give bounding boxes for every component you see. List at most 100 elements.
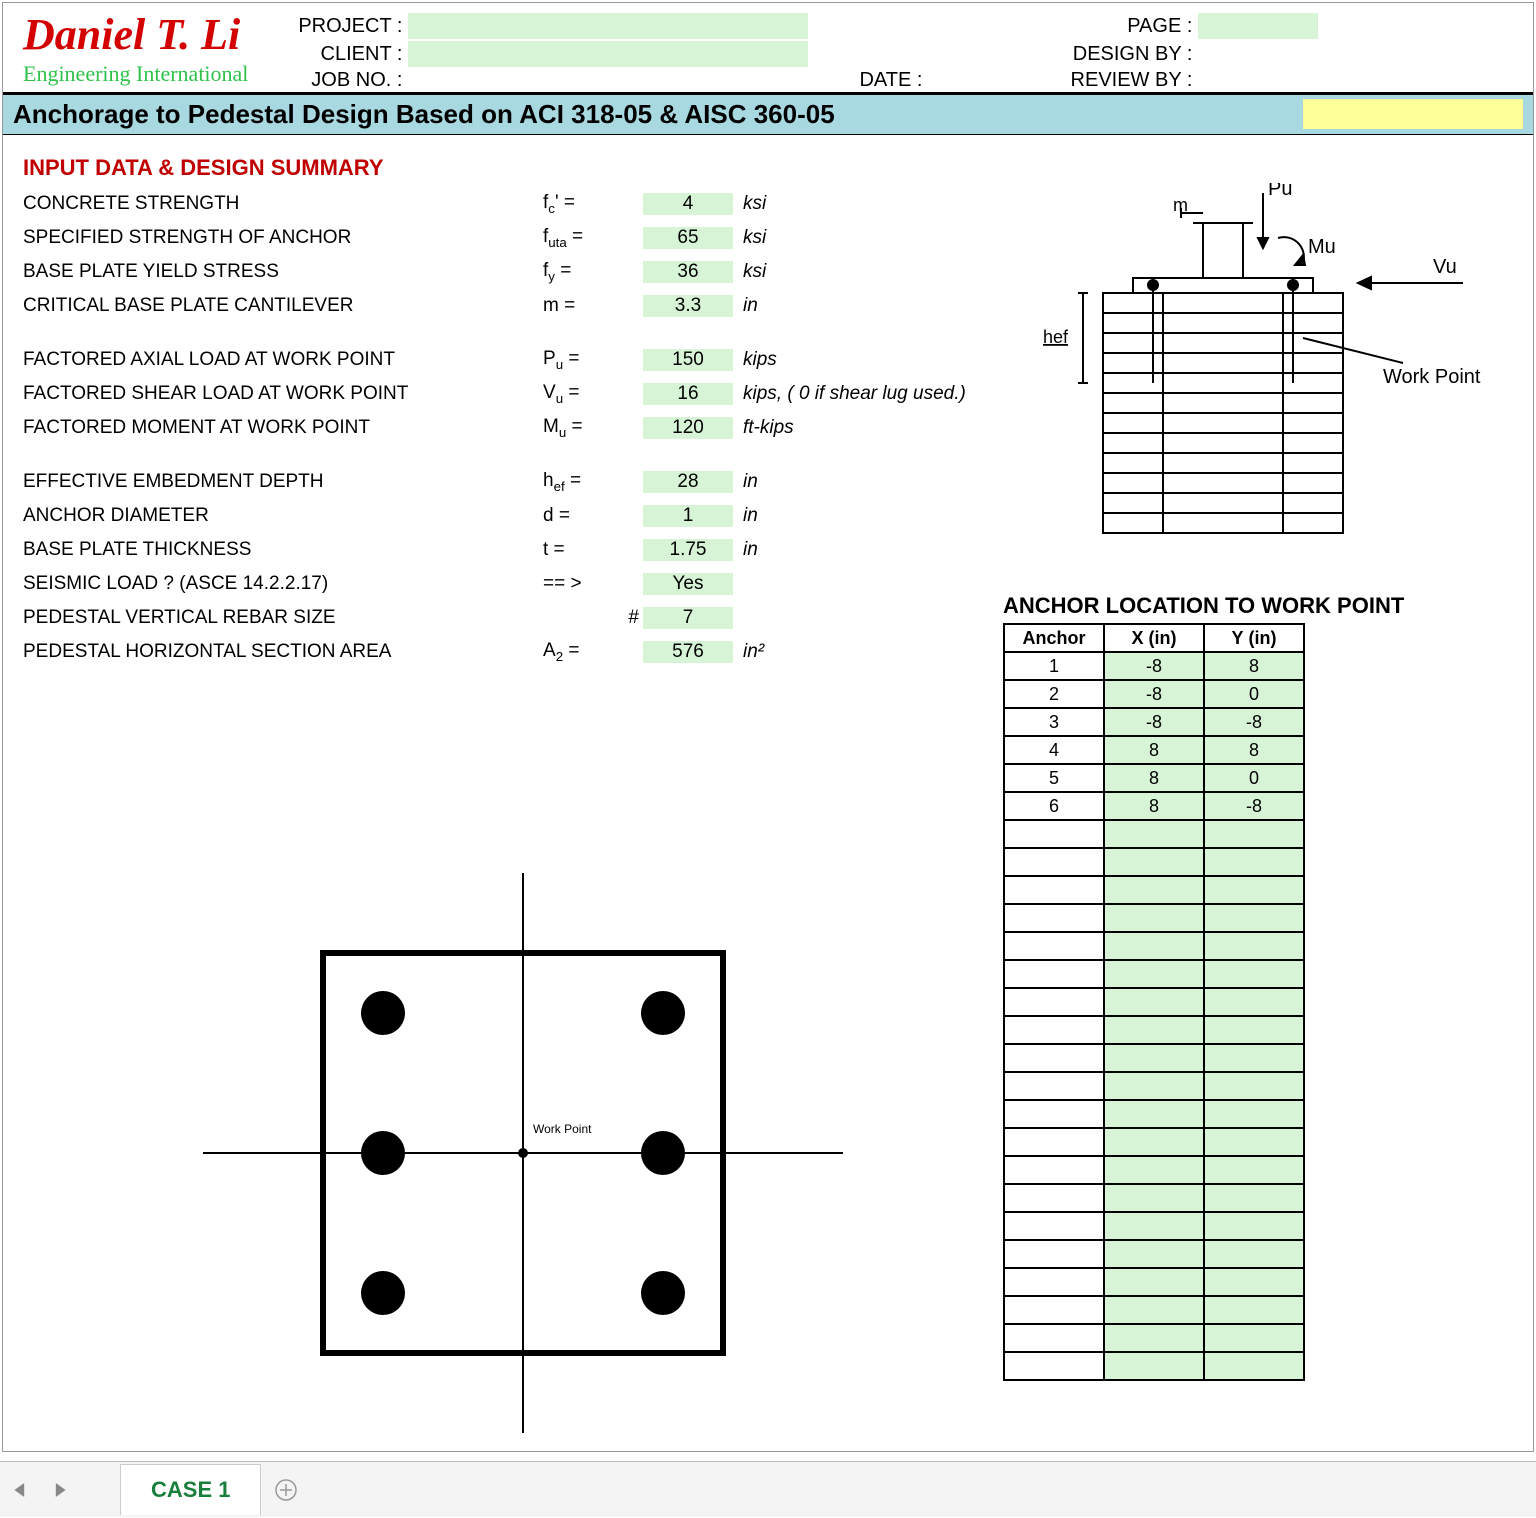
input-value[interactable]: Yes: [643, 573, 733, 595]
anchor-x[interactable]: [1104, 932, 1204, 960]
anchor-n[interactable]: [1004, 1296, 1104, 1324]
anchor-y[interactable]: [1204, 904, 1304, 932]
anchor-y[interactable]: [1204, 1100, 1304, 1128]
table-row[interactable]: [1004, 1128, 1304, 1156]
table-row[interactable]: [1004, 1324, 1304, 1352]
input-value[interactable]: 36: [643, 261, 733, 283]
anchor-n[interactable]: 4: [1004, 736, 1104, 764]
table-row[interactable]: [1004, 1100, 1304, 1128]
table-row[interactable]: [1004, 1044, 1304, 1072]
anchor-x[interactable]: -8: [1104, 652, 1204, 680]
anchor-x[interactable]: [1104, 1212, 1204, 1240]
input-value[interactable]: 65: [643, 227, 733, 249]
anchor-y[interactable]: [1204, 1296, 1304, 1324]
anchor-n[interactable]: [1004, 820, 1104, 848]
anchor-x[interactable]: [1104, 1268, 1204, 1296]
anchor-n[interactable]: [1004, 1156, 1104, 1184]
anchor-x[interactable]: [1104, 1128, 1204, 1156]
tab-next-icon[interactable]: [40, 1462, 80, 1518]
table-row[interactable]: [1004, 1212, 1304, 1240]
input-value[interactable]: 4: [643, 193, 733, 215]
table-row[interactable]: [1004, 932, 1304, 960]
anchor-x[interactable]: [1104, 848, 1204, 876]
anchor-n[interactable]: [1004, 1128, 1104, 1156]
anchor-y[interactable]: -8: [1204, 792, 1304, 820]
table-row[interactable]: [1004, 1072, 1304, 1100]
anchor-x[interactable]: [1104, 876, 1204, 904]
anchor-x[interactable]: 8: [1104, 764, 1204, 792]
input-value[interactable]: 16: [643, 383, 733, 405]
anchor-n[interactable]: [1004, 1072, 1104, 1100]
anchor-n[interactable]: 3: [1004, 708, 1104, 736]
tab-add-icon[interactable]: [261, 1462, 311, 1518]
table-row[interactable]: [1004, 1156, 1304, 1184]
anchor-n[interactable]: [1004, 876, 1104, 904]
tab-active[interactable]: CASE 1: [120, 1464, 261, 1515]
table-row[interactable]: [1004, 820, 1304, 848]
anchor-n[interactable]: [1004, 932, 1104, 960]
anchor-n[interactable]: [1004, 1016, 1104, 1044]
anchor-y[interactable]: [1204, 1072, 1304, 1100]
anchor-y[interactable]: [1204, 848, 1304, 876]
title-yellow-cell[interactable]: [1303, 99, 1523, 129]
anchor-n[interactable]: [1004, 1268, 1104, 1296]
anchor-x[interactable]: -8: [1104, 680, 1204, 708]
anchor-y[interactable]: 0: [1204, 764, 1304, 792]
table-row[interactable]: 2-80: [1004, 680, 1304, 708]
anchor-n[interactable]: [1004, 1184, 1104, 1212]
anchor-n[interactable]: [1004, 1044, 1104, 1072]
input-value[interactable]: 1.75: [643, 539, 733, 561]
client-input[interactable]: [408, 41, 808, 67]
anchor-y[interactable]: [1204, 1324, 1304, 1352]
anchor-x[interactable]: [1104, 1324, 1204, 1352]
table-row[interactable]: [1004, 1016, 1304, 1044]
table-row[interactable]: [1004, 1240, 1304, 1268]
anchor-x[interactable]: 8: [1104, 736, 1204, 764]
input-value[interactable]: 7: [643, 607, 733, 629]
anchor-x[interactable]: -8: [1104, 708, 1204, 736]
anchor-x[interactable]: [1104, 1240, 1204, 1268]
table-row[interactable]: 488: [1004, 736, 1304, 764]
anchor-y[interactable]: [1204, 988, 1304, 1016]
anchor-n[interactable]: [1004, 1324, 1104, 1352]
anchor-y[interactable]: [1204, 932, 1304, 960]
anchor-y[interactable]: [1204, 1128, 1304, 1156]
anchor-x[interactable]: [1104, 1184, 1204, 1212]
table-row[interactable]: 3-8-8: [1004, 708, 1304, 736]
table-row[interactable]: 580: [1004, 764, 1304, 792]
table-row[interactable]: [1004, 1352, 1304, 1380]
anchor-y[interactable]: 0: [1204, 680, 1304, 708]
input-value[interactable]: 28: [643, 471, 733, 493]
table-row[interactable]: 1-88: [1004, 652, 1304, 680]
input-value[interactable]: 576: [643, 641, 733, 663]
spreadsheet[interactable]: Daniel T. Li Engineering International P…: [2, 2, 1534, 1452]
anchor-x[interactable]: 8: [1104, 792, 1204, 820]
anchor-n[interactable]: 1: [1004, 652, 1104, 680]
anchor-n[interactable]: [1004, 960, 1104, 988]
anchor-y[interactable]: [1204, 960, 1304, 988]
input-value[interactable]: 120: [643, 417, 733, 439]
anchor-n[interactable]: [1004, 1100, 1104, 1128]
anchor-y[interactable]: -8: [1204, 708, 1304, 736]
page-input[interactable]: [1198, 13, 1318, 39]
anchor-x[interactable]: [1104, 1296, 1204, 1324]
input-value[interactable]: 1: [643, 505, 733, 527]
table-row[interactable]: [1004, 848, 1304, 876]
table-row[interactable]: [1004, 1296, 1304, 1324]
anchor-n[interactable]: [1004, 848, 1104, 876]
anchor-n[interactable]: 6: [1004, 792, 1104, 820]
anchor-y[interactable]: [1204, 1156, 1304, 1184]
anchor-n[interactable]: 2: [1004, 680, 1104, 708]
anchor-y[interactable]: [1204, 820, 1304, 848]
table-row[interactable]: [1004, 876, 1304, 904]
table-row[interactable]: [1004, 1184, 1304, 1212]
anchor-x[interactable]: [1104, 904, 1204, 932]
anchor-y[interactable]: [1204, 1352, 1304, 1380]
anchor-x[interactable]: [1104, 1352, 1204, 1380]
table-row[interactable]: [1004, 904, 1304, 932]
anchor-y[interactable]: [1204, 1016, 1304, 1044]
tab-prev-icon[interactable]: [0, 1462, 40, 1518]
input-value[interactable]: 3.3: [643, 295, 733, 317]
anchor-y[interactable]: [1204, 1184, 1304, 1212]
anchor-n[interactable]: 5: [1004, 764, 1104, 792]
